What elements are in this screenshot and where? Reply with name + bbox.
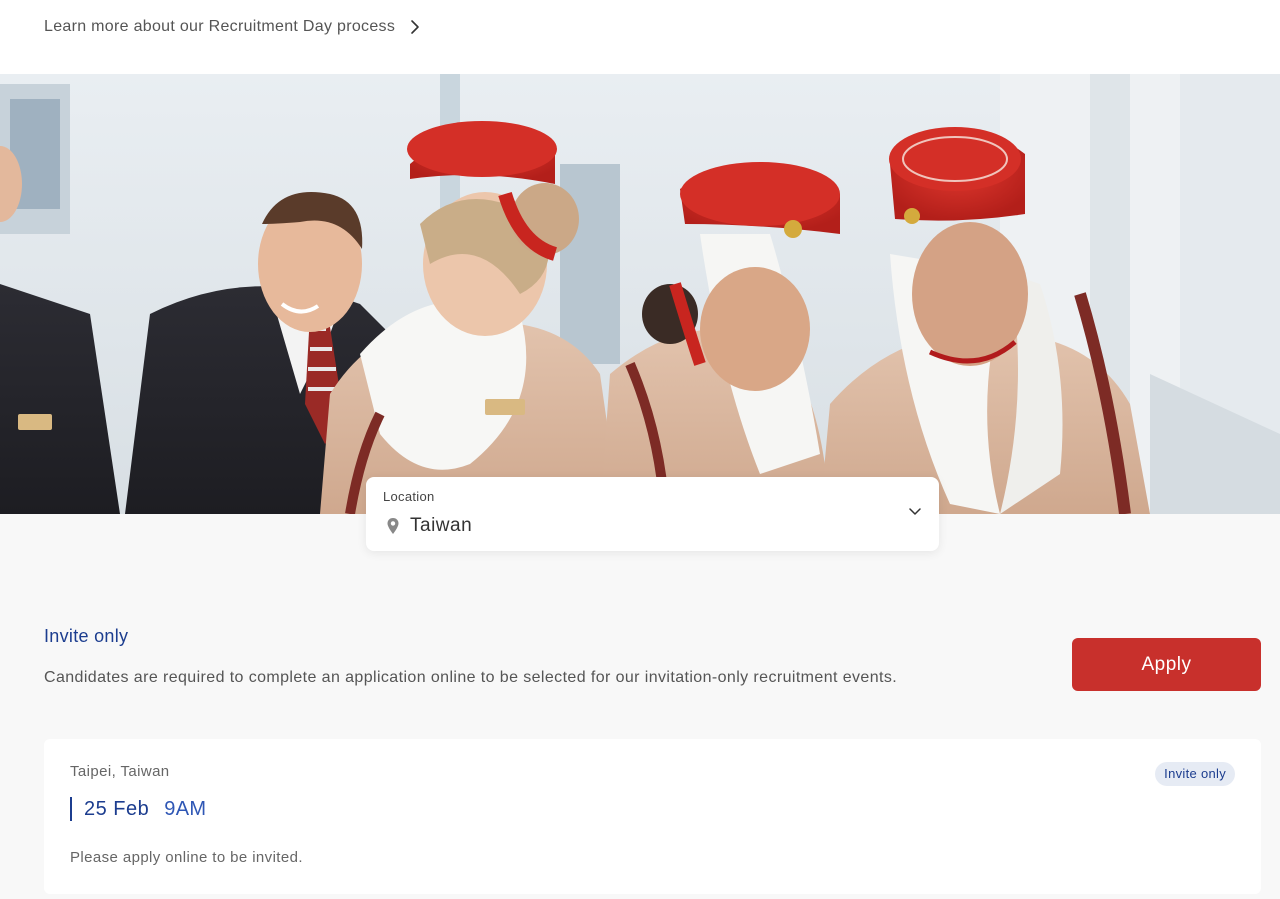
apply-button[interactable]: Apply [1072, 638, 1261, 691]
top-bar: Learn more about our Recruitment Day pro… [0, 0, 1280, 74]
event-date: 25 Feb [84, 797, 150, 820]
event-card: Taipei, Taiwan 25 Feb 9AM Please apply o… [44, 739, 1261, 894]
location-label: Location [383, 489, 435, 504]
map-pin-icon [387, 518, 399, 534]
section-description: Candidates are required to complete an a… [44, 669, 898, 686]
section-title: Invite only [44, 626, 129, 646]
event-note: Please apply online to be invited. [70, 849, 303, 866]
learn-more-link[interactable]: Learn more about our Recruitment Day pro… [44, 15, 421, 39]
event-time: 9AM [164, 797, 207, 820]
chevron-right-icon [411, 20, 419, 34]
status-badge: Invite only [1155, 762, 1235, 786]
hero-image [0, 74, 1280, 514]
location-selected: Taiwan [386, 515, 472, 537]
learn-more-label: Learn more about our Recruitment Day pro… [44, 18, 396, 35]
location-value-text: Taiwan [410, 515, 473, 536]
cabin-crew-photo [0, 74, 1280, 514]
chevron-down-icon [909, 508, 921, 515]
event-date-row: 25 Feb 9AM [70, 797, 206, 821]
event-city: Taipei, Taiwan [70, 763, 170, 780]
location-dropdown[interactable]: Location Taiwan [366, 477, 939, 551]
